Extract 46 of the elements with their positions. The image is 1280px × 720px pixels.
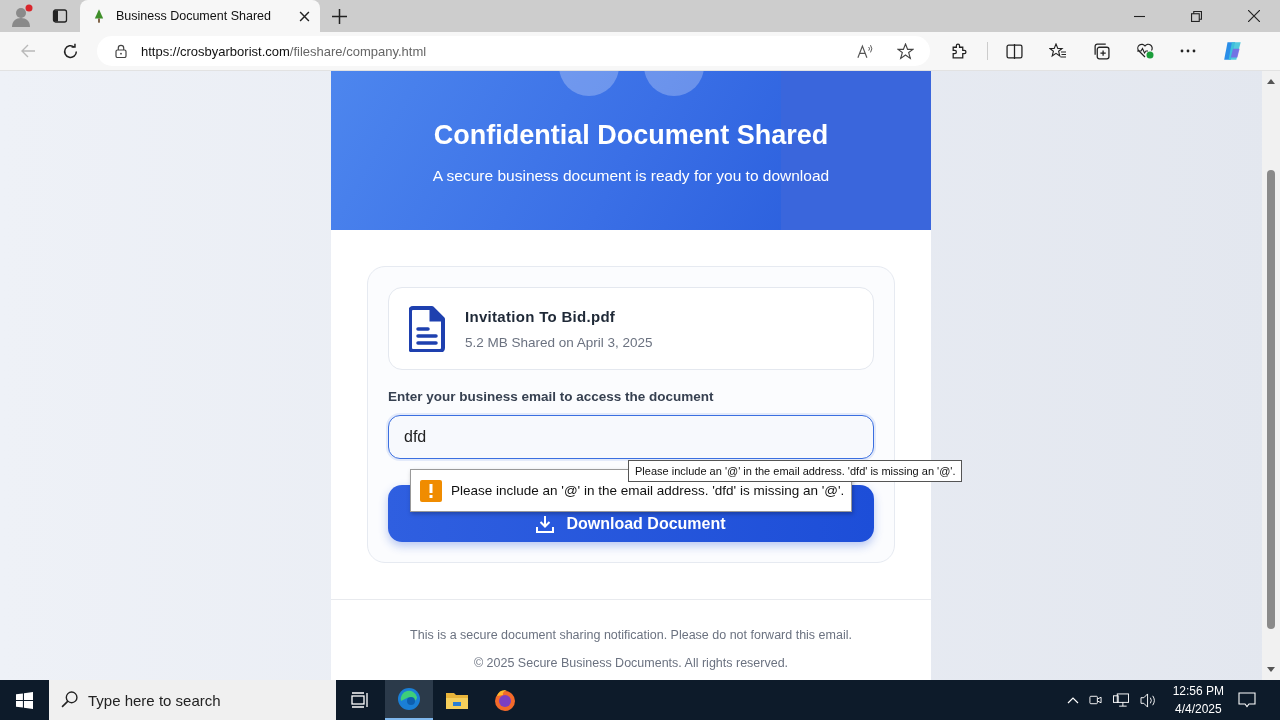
page-title: Confidential Document Shared [433, 120, 829, 151]
lock-icon [115, 44, 127, 58]
close-window-icon[interactable] [1248, 10, 1260, 22]
favorites-icon[interactable] [1049, 43, 1067, 59]
split-screen-icon[interactable] [1006, 42, 1023, 60]
refresh-icon[interactable] [62, 42, 79, 60]
search-field[interactable]: Type here to search [49, 680, 336, 720]
page-subtitle: A secure business document is ready for you to download [432, 167, 830, 185]
tooltip: Please include an '@' in the email address. 'dfd' is missing an '@'. [628, 460, 963, 482]
tree-icon [94, 9, 104, 23]
extensions-icon[interactable] [950, 42, 968, 60]
scroll-down-icon[interactable] [1267, 667, 1275, 672]
close-icon[interactable] [299, 10, 310, 22]
more-icon[interactable] [1180, 49, 1196, 53]
email-label: Enter your business email to access the document [388, 389, 715, 404]
scrollbar[interactable] [1262, 71, 1280, 680]
footer-text: © 2025 Secure Business Documents. All rights reserved. [473, 656, 789, 670]
email-field[interactable]: dfd [388, 415, 874, 459]
copilot-icon[interactable] [1222, 40, 1244, 62]
favorite-star-icon[interactable] [897, 42, 915, 60]
download-icon [536, 515, 555, 533]
profile-icon[interactable] [10, 4, 34, 28]
tab-actions-icon[interactable] [52, 8, 68, 24]
windows-start-icon[interactable] [16, 691, 33, 709]
file-details: 5.2 MB Shared on April 3, 2025 [465, 334, 653, 350]
warning-icon [420, 479, 442, 502]
scroll-up-icon[interactable] [1267, 79, 1275, 84]
restore-icon[interactable] [1191, 10, 1202, 22]
new-tab-icon[interactable] [332, 8, 347, 24]
file-name: Invitation To Bid.pdf [465, 307, 617, 325]
browser-tab[interactable]: Business Document Shared [80, 0, 320, 32]
clock-time[interactable]: 12:56 PM [1172, 684, 1224, 698]
task-view-icon[interactable] [351, 692, 369, 708]
clock-date[interactable]: 4/4/2025 [1174, 702, 1222, 716]
validation-message: Please include an '@' in the email address. 'dfd' is missing an '@'. [451, 483, 845, 498]
network-icon[interactable] [1111, 692, 1130, 708]
address-bar[interactable]: https://crosbyarborist.com/fileshare/company.html [97, 36, 931, 66]
footer-text: This is a secure document sharing notification. Please do not forward this email. [410, 628, 852, 642]
collections-icon[interactable] [1093, 42, 1110, 60]
chevron-up-icon[interactable] [1066, 696, 1079, 704]
notification-icon[interactable] [1238, 692, 1256, 708]
edge-taskbar-icon[interactable] [385, 680, 433, 720]
url-text: https://crosbyarborist.com/fileshare/company.html [141, 43, 427, 59]
speaker-icon[interactable] [1139, 692, 1157, 708]
scroll-thumb[interactable] [1267, 170, 1275, 629]
heart-pulse-icon[interactable] [1136, 43, 1154, 59]
